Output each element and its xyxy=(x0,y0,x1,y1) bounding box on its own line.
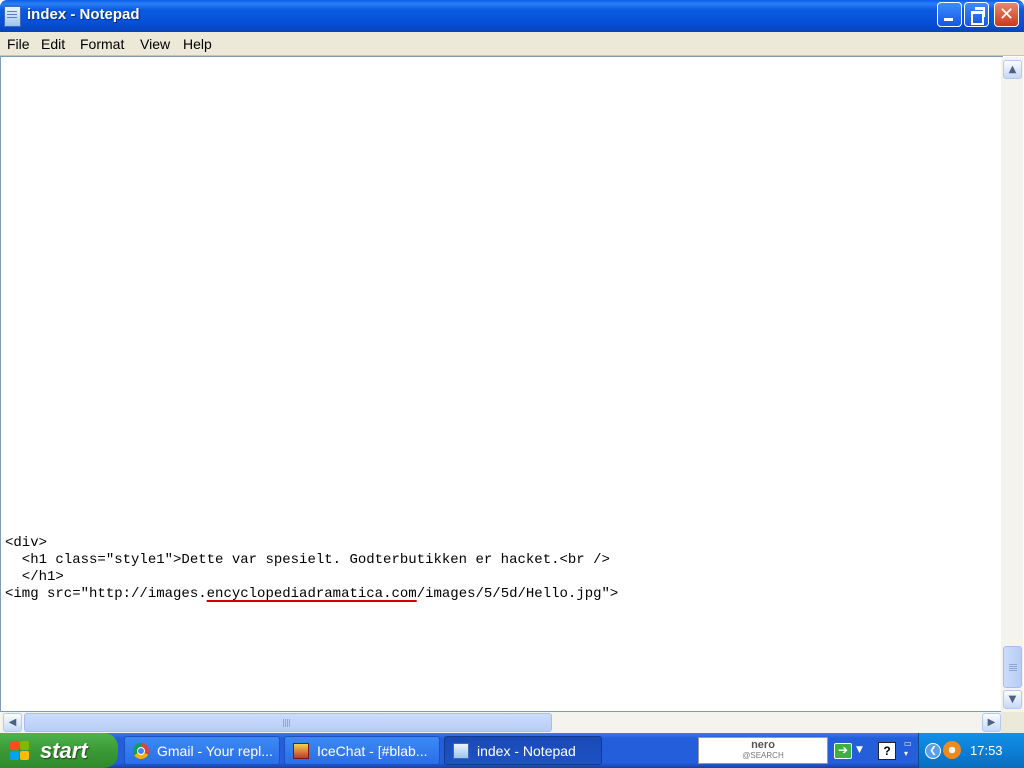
arrow-down-icon: ▼ xyxy=(1008,694,1017,705)
grip-icon xyxy=(283,719,291,727)
arrow-right-icon: ▶ xyxy=(987,717,996,728)
help-icon[interactable]: ? xyxy=(878,742,896,760)
tray-app-icon[interactable] xyxy=(943,741,961,759)
notepad-icon xyxy=(453,743,469,759)
language-switch-icon[interactable]: ▭ ▾ xyxy=(904,739,914,761)
close-button[interactable]: ✕ xyxy=(994,2,1019,27)
menu-format[interactable]: Format xyxy=(80,36,124,52)
grip-icon xyxy=(1009,664,1017,672)
windows-logo-icon xyxy=(10,741,30,761)
scroll-right-button[interactable]: ▶ xyxy=(982,713,1001,732)
taskbar-label: index - Notepad xyxy=(477,743,576,759)
text-editor[interactable]: <div> <h1 class="style1">Dette var spesi… xyxy=(0,56,1003,712)
horizontal-scrollbar[interactable]: ◀ ▶ xyxy=(0,712,1001,733)
taskbar-button-gmail[interactable]: Gmail - Your repl... xyxy=(124,736,280,765)
notepad-icon xyxy=(4,6,21,27)
taskbar-button-notepad[interactable]: index - Notepad xyxy=(444,736,602,765)
arrow-up-icon: ▲ xyxy=(1008,64,1017,75)
show-hidden-icons-icon[interactable]: ❮ xyxy=(925,743,941,759)
code-line-img-suffix: /images/5/5d/Hello.jpg"> xyxy=(416,586,619,602)
editor-content: <div> <h1 class="style1">Dette var spesi… xyxy=(5,535,618,603)
icechat-icon xyxy=(293,743,309,759)
scroll-up-button[interactable]: ▲ xyxy=(1003,60,1022,79)
vertical-scrollbar[interactable]: ▲ ▼ xyxy=(1001,57,1023,712)
menu-edit[interactable]: Edit xyxy=(41,36,65,52)
close-icon: ✕ xyxy=(999,4,1015,25)
start-button[interactable]: start xyxy=(0,733,118,768)
scroll-down-button[interactable]: ▼ xyxy=(1003,690,1022,709)
scroll-left-button[interactable]: ◀ xyxy=(3,713,22,732)
restore-icon xyxy=(971,11,984,25)
nero-logo: nero xyxy=(751,739,775,751)
clock[interactable]: 17:53 xyxy=(970,743,1003,758)
code-line: <h1 class="style1">Dette var spesielt. G… xyxy=(5,552,610,568)
nero-sub-label: @SEARCH xyxy=(742,751,784,760)
code-line: <div> xyxy=(5,535,48,551)
title-bar[interactable]: index - Notepad ✕ xyxy=(0,0,1024,32)
menu-file[interactable]: File xyxy=(7,36,30,52)
window-title: index - Notepad xyxy=(27,6,140,23)
go-arrow-icon[interactable]: ➔ xyxy=(834,743,852,759)
spellcheck-underlined-text: encyclopediadramatica.com xyxy=(206,586,417,602)
taskbar: start Gmail - Your repl... IceChat - [#b… xyxy=(0,733,1024,768)
taskbar-label: Gmail - Your repl... xyxy=(157,743,273,759)
arrow-left-icon: ◀ xyxy=(8,717,17,728)
dropdown-arrow-icon[interactable]: ▼ xyxy=(856,745,863,755)
minimize-icon xyxy=(944,18,953,21)
chrome-icon xyxy=(133,743,149,759)
horizontal-scroll-thumb[interactable] xyxy=(24,713,552,732)
menu-help[interactable]: Help xyxy=(183,36,212,52)
code-line-img-prefix: <img src="http://images. xyxy=(5,586,207,602)
code-line: </h1> xyxy=(5,569,64,585)
scrollbar-corner xyxy=(1001,712,1024,733)
restore-button[interactable] xyxy=(964,2,989,27)
menu-view[interactable]: View xyxy=(140,36,170,52)
nero-search-toolbar[interactable]: nero @SEARCH xyxy=(698,737,828,764)
menu-bar: File Edit Format View Help xyxy=(0,32,1024,56)
start-label: start xyxy=(40,738,88,763)
taskbar-label: IceChat - [#blab... xyxy=(317,743,428,759)
minimize-button[interactable] xyxy=(937,2,962,27)
taskbar-button-icechat[interactable]: IceChat - [#blab... xyxy=(284,736,440,765)
vertical-scroll-thumb[interactable] xyxy=(1003,646,1022,688)
